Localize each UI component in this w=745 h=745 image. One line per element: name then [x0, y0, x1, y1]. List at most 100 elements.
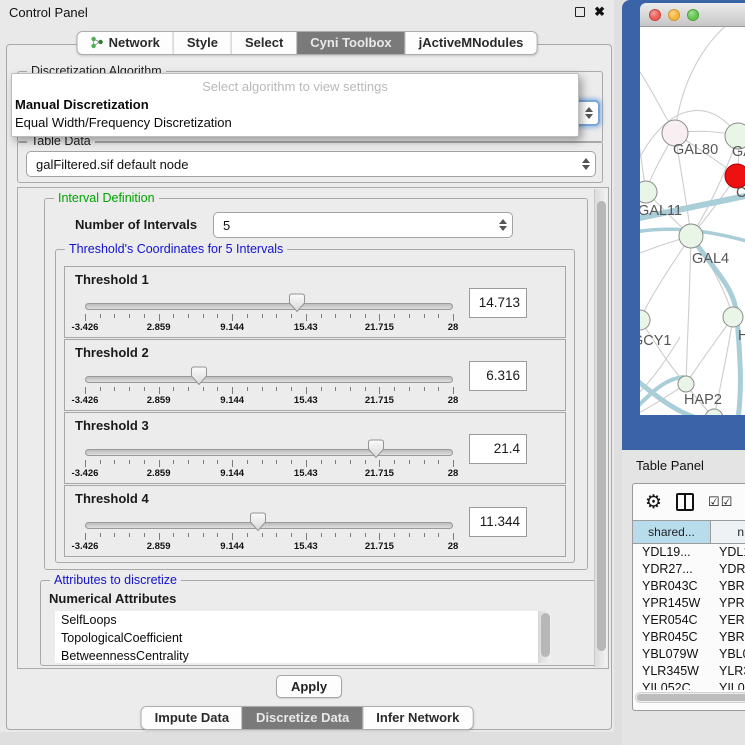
- cell-name: YBL0: [711, 646, 745, 663]
- attributes-list-scrollbar[interactable]: [538, 611, 551, 663]
- network-edge[interactable]: [686, 236, 691, 384]
- network-node-hap2[interactable]: [678, 376, 694, 392]
- combo-stepper-icon[interactable]: [580, 102, 598, 124]
- tick-mark: [232, 460, 233, 467]
- table-row[interactable]: YER054CYER0: [633, 612, 745, 629]
- slider-thumb[interactable]: [288, 293, 306, 313]
- slider-track[interactable]: [85, 376, 453, 383]
- table-row[interactable]: YDR27...YDR2: [633, 561, 745, 578]
- tick-mark: [217, 460, 218, 464]
- tick-mark: [394, 314, 395, 318]
- network-edge[interactable]: [675, 27, 730, 133]
- table-horizontal-scrollbar[interactable]: [635, 692, 745, 703]
- numerical-attributes-list[interactable]: SelfLoopsTopologicalCoefficientBetweenne…: [55, 611, 551, 663]
- tick-mark: [379, 314, 380, 321]
- tick-mark: [173, 460, 174, 464]
- tick-mark: [321, 314, 322, 318]
- algorithm-placeholder-option[interactable]: Select algorithm to view settings: [12, 77, 578, 96]
- network-edge[interactable]: [640, 236, 691, 320]
- tick-label: 28: [448, 395, 459, 406]
- tick-mark: [85, 314, 86, 321]
- attribute-item-selfloops[interactable]: SelfLoops: [55, 611, 551, 629]
- network-window-titlebar[interactable]: [640, 3, 745, 27]
- slider-thumb[interactable]: [367, 439, 385, 459]
- scrollbar-thumb[interactable]: [597, 201, 606, 651]
- slider-track[interactable]: [85, 449, 453, 456]
- tab-style[interactable]: Style: [173, 32, 231, 54]
- attribute-item-topologicalcoefficient[interactable]: TopologicalCoefficient: [55, 629, 551, 647]
- tick-mark: [394, 460, 395, 464]
- network-node-h[interactable]: [723, 307, 743, 327]
- threshold-value-field[interactable]: 21.4: [469, 434, 527, 464]
- number-of-intervals-combobox[interactable]: 5: [213, 212, 513, 238]
- table-row[interactable]: YPR145WYPR1: [633, 595, 745, 612]
- attribute-item-betweennesscentrality[interactable]: BetweennessCentrality: [55, 647, 551, 663]
- tab-network[interactable]: Network: [78, 32, 173, 54]
- settings-scrollbar[interactable]: [594, 189, 607, 667]
- tick-mark: [217, 387, 218, 391]
- checkbox-icon[interactable]: ☑☑: [708, 494, 733, 510]
- scrollbar-thumb[interactable]: [541, 613, 550, 657]
- threshold-value-field[interactable]: 14.713: [469, 288, 527, 318]
- slider-track[interactable]: [85, 303, 453, 310]
- tick-mark: [114, 460, 115, 464]
- column-header-name[interactable]: n: [711, 521, 745, 543]
- table-data-combobox[interactable]: galFiltered.sif default node: [26, 151, 596, 177]
- tab-infer-network[interactable]: Infer Network: [362, 707, 472, 729]
- combo-stepper-icon[interactable]: [494, 213, 512, 237]
- tab-label: jActiveMNodules: [419, 35, 524, 50]
- table-header: shared... n: [633, 520, 745, 544]
- tick-mark: [350, 533, 351, 537]
- tab-jactivemnodules[interactable]: jActiveMNodules: [405, 32, 537, 54]
- tick-mark: [424, 387, 425, 391]
- tick-mark: [232, 387, 233, 394]
- network-canvas[interactable]: GAL80GACGAL11GAL4GCY1HHAP2: [640, 27, 745, 415]
- threshold-value-field[interactable]: 6.316: [469, 361, 527, 391]
- gear-icon[interactable]: ⚙: [645, 493, 662, 512]
- control-panel: Control Panel ✖ Discretization Algorithm…: [0, 0, 614, 732]
- network-node-gal4[interactable]: [679, 224, 703, 248]
- tick-mark: [424, 314, 425, 318]
- slider-thumb[interactable]: [190, 366, 208, 386]
- float-window-icon[interactable]: [575, 7, 585, 17]
- slider-thumb[interactable]: [249, 512, 267, 532]
- combo-stepper-icon[interactable]: [577, 152, 595, 176]
- table-row[interactable]: YBR043CYBR0: [633, 578, 745, 595]
- network-node-partial[interactable]: [705, 409, 723, 415]
- scrollbar-thumb[interactable]: [637, 694, 745, 701]
- network-node-gcy1[interactable]: [640, 310, 650, 330]
- table-row[interactable]: YLR345WYLR3: [633, 663, 745, 680]
- column-header-shared-name[interactable]: shared...: [633, 521, 711, 543]
- minimize-light[interactable]: [668, 9, 680, 21]
- network-edge[interactable]: [640, 110, 738, 167]
- table-columns-icon[interactable]: [676, 493, 694, 511]
- network-edge[interactable]: [640, 320, 686, 384]
- network-edge[interactable]: [686, 317, 733, 384]
- table-row[interactable]: YDL19...YDL1: [633, 544, 745, 561]
- table-row[interactable]: YBR045CYBR0: [633, 629, 745, 646]
- interval-definition-title: Interval Definition: [54, 191, 159, 205]
- network-graph[interactable]: GAL80GACGAL11GAL4GCY1HHAP2: [640, 27, 745, 415]
- cyni-toolbox-tabs: Impute DataDiscretize DataInfer Network: [141, 706, 474, 730]
- tick-mark: [276, 460, 277, 464]
- node-label: H: [738, 328, 745, 344]
- node-table: ⚙ ☑☑ shared... n YDL19...YDL1YDR27...YDR…: [632, 483, 745, 711]
- zoom-light[interactable]: [687, 9, 699, 21]
- tab-impute-data[interactable]: Impute Data: [142, 707, 242, 729]
- algorithm-option-manual-discretization[interactable]: Manual Discretization: [12, 96, 578, 114]
- number-of-intervals-value: 5: [223, 218, 494, 233]
- tab-select[interactable]: Select: [231, 32, 296, 54]
- close-light[interactable]: [649, 9, 661, 21]
- tab-cyni-toolbox[interactable]: Cyni Toolbox: [296, 32, 404, 54]
- close-icon[interactable]: ✖: [594, 7, 605, 17]
- threshold-value-field[interactable]: 11.344: [469, 507, 527, 537]
- slider-track[interactable]: [85, 522, 453, 529]
- tab-label: Select: [245, 35, 283, 50]
- network-node-gal11[interactable]: [640, 181, 657, 203]
- algorithm-option-equal-width-frequency-discretization[interactable]: Equal Width/Frequency Discretization: [12, 114, 578, 132]
- apply-button[interactable]: Apply: [276, 675, 342, 698]
- table-row[interactable]: YBL079WYBL0: [633, 646, 745, 663]
- tab-discretize-data[interactable]: Discretize Data: [242, 707, 362, 729]
- network-weighted-edge[interactable]: [640, 377, 683, 409]
- table-row[interactable]: YIL052CYIL0: [633, 680, 745, 690]
